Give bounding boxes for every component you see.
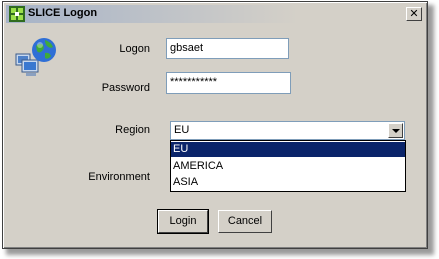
cancel-button[interactable]: Cancel [218, 210, 272, 233]
region-option-eu[interactable]: EU [171, 142, 405, 157]
cancel-button-label: Cancel [227, 215, 263, 227]
environment-label: Environment [88, 171, 150, 183]
region-label: Region [115, 124, 150, 136]
region-dropdown-list: EU AMERICA ASIA [170, 140, 406, 192]
password-value: *********** [170, 76, 218, 88]
close-button[interactable]: ✕ [406, 7, 422, 21]
region-dropdown-button[interactable] [388, 123, 403, 138]
region-option-asia[interactable]: ASIA [171, 175, 405, 190]
logon-input[interactable]: gbsaet [166, 38, 289, 59]
window-title: SLICE Logon [28, 7, 98, 19]
region-selected-value: EU [174, 124, 190, 136]
login-button[interactable]: Login [157, 209, 209, 234]
logon-value: gbsaet [170, 42, 204, 54]
chevron-down-icon [392, 129, 400, 133]
slice-logo-icon [9, 6, 25, 22]
title-bar[interactable]: SLICE Logon ✕ [6, 5, 424, 23]
region-select[interactable]: EU [170, 121, 405, 140]
logon-label: Logon [119, 43, 150, 55]
password-label: Password [101, 82, 150, 94]
close-icon: ✕ [409, 7, 419, 20]
region-option-america[interactable]: AMERICA [171, 159, 405, 174]
password-input[interactable]: *********** [166, 72, 291, 94]
login-button-label: Login [169, 215, 197, 227]
